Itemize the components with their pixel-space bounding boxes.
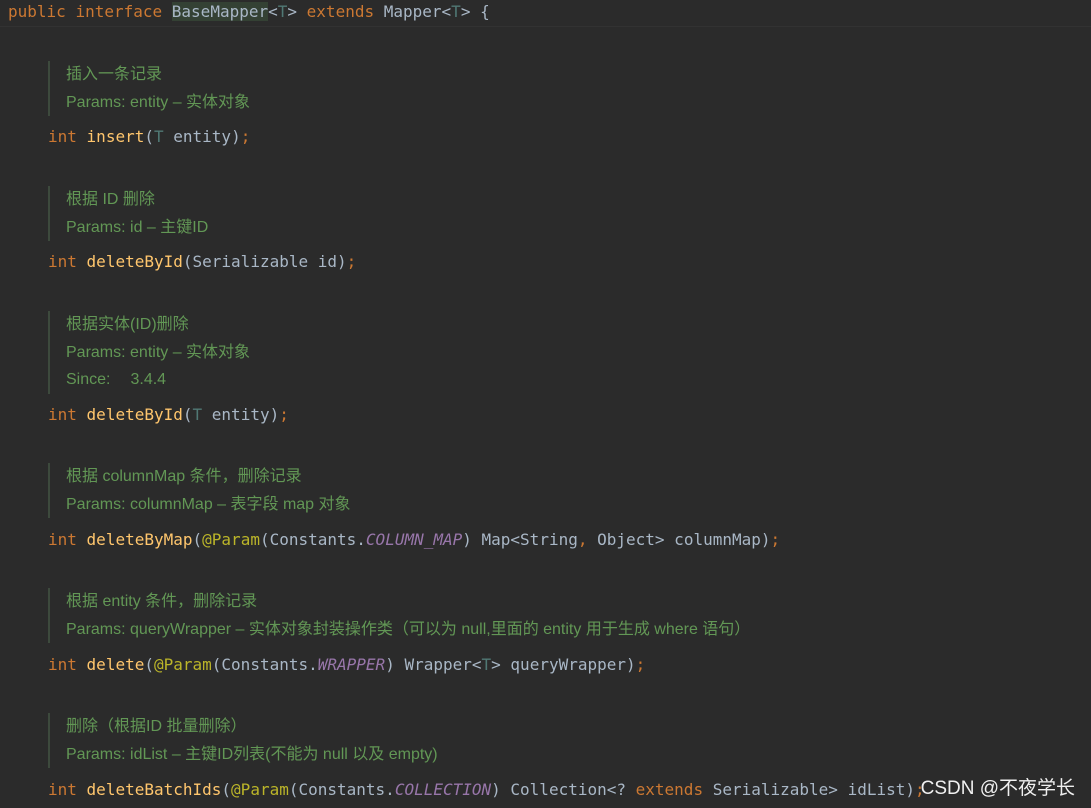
paren-close: )	[231, 127, 241, 146]
generic-close: >	[287, 2, 298, 21]
param-type: ) Collection<?	[491, 780, 636, 799]
type-parameter: T	[153, 127, 164, 146]
annotation-param: @Param	[202, 530, 260, 549]
method-delete-by-id-entity[interactable]: int deleteById(T entity);	[48, 404, 289, 426]
javadoc-block-delete-by-id: 根据 ID 删除 Params: id – 主键ID	[48, 186, 208, 241]
doc-summary: 删除（根据ID 批量删除）	[66, 718, 247, 735]
param-type: ) Wrapper<	[385, 655, 482, 674]
javadoc-block-insert: 插入一条记录 Params: entity – 实体对象	[48, 61, 250, 116]
doc-since: Since: 3.4.4	[66, 366, 250, 394]
type-parameter: T	[481, 655, 492, 674]
doc-since-version: 3.4.4	[130, 371, 167, 388]
annotation-param: @Param	[153, 655, 212, 674]
doc-params: Params: queryWrapper – 实体对象封装操作类（可以为 nul…	[66, 620, 751, 638]
open-brace: {	[470, 2, 490, 21]
method-args: entity	[202, 405, 270, 424]
annotation-args-open: (Constants.	[259, 530, 366, 549]
annotation-args-open: (Constants.	[211, 655, 318, 674]
keyword-extends: extends	[635, 780, 704, 799]
constant-field: COLUMN_MAP	[365, 530, 463, 549]
generic-close: >	[460, 2, 471, 21]
method-args: Object> columnMap)	[587, 530, 771, 549]
watermark: CSDN @不夜学长	[920, 778, 1075, 799]
method-args: entity	[163, 127, 232, 146]
paren-open: (	[192, 530, 203, 549]
method-name[interactable]: deleteById	[87, 405, 183, 424]
method-delete-batch-ids[interactable]: int deleteBatchIds(@Param(Constants.COLL…	[48, 779, 925, 801]
generic-open: <	[268, 2, 278, 21]
semicolon: ;	[635, 655, 646, 674]
semicolon: ;	[770, 530, 781, 549]
method-args: Serializable id	[192, 252, 338, 271]
doc-params: Params: entity – 实体对象	[66, 93, 251, 111]
semicolon: ;	[346, 252, 357, 271]
keyword-public: public	[8, 2, 66, 21]
doc-summary: 根据 entity 条件，删除记录	[66, 593, 258, 610]
doc-summary: 插入一条记录	[66, 66, 163, 83]
method-name[interactable]: delete	[87, 655, 145, 674]
param-type: ) Map<String	[462, 530, 578, 549]
doc-params: Params: entity – 实体对象	[66, 343, 251, 361]
return-type: int	[48, 655, 77, 674]
return-type: int	[48, 530, 77, 549]
paren-open: (	[144, 655, 154, 674]
code-editor[interactable]: public interface BaseMapper<T> extends M…	[0, 0, 1091, 808]
paren-open: (	[182, 252, 193, 271]
doc-summary: 根据 ID 删除	[66, 191, 155, 208]
javadoc-block-delete-by-map: 根据 columnMap 条件，删除记录 Params: columnMap –…	[48, 463, 351, 518]
interface-declaration[interactable]: public interface BaseMapper<T> extends M…	[8, 1, 490, 23]
javadoc-block-delete: 根据 entity 条件，删除记录 Params: queryWrapper –…	[48, 588, 750, 643]
annotation-param: @Param	[231, 780, 289, 799]
doc-params: Params: idList – 主键ID列表(不能为 null 以及 empt…	[66, 745, 438, 763]
type-parameter: T	[277, 2, 288, 21]
method-delete-by-id[interactable]: int deleteById(Serializable id);	[48, 251, 356, 273]
doc-since-label: Since:	[66, 371, 111, 388]
constant-field: COLLECTION	[394, 780, 492, 799]
type-parameter: T	[451, 2, 461, 21]
constant-field: WRAPPER	[317, 655, 386, 674]
return-type: int	[48, 127, 77, 146]
generic-open: <	[441, 2, 452, 21]
method-args: > queryWrapper)	[491, 655, 636, 674]
method-name[interactable]: insert	[87, 127, 145, 146]
method-name[interactable]: deleteBatchIds	[87, 780, 222, 799]
semicolon: ;	[279, 405, 289, 424]
keyword-interface: interface	[75, 2, 163, 21]
doc-params: Params: columnMap – 表字段 map 对象	[66, 495, 351, 513]
return-type: int	[48, 780, 77, 799]
return-type: int	[48, 252, 77, 271]
annotation-args-open: (Constants.	[288, 780, 395, 799]
parent-interface-name[interactable]: Mapper	[384, 2, 442, 21]
method-delete-by-map[interactable]: int deleteByMap(@Param(Constants.COLUMN_…	[48, 529, 780, 551]
paren-open: (	[221, 780, 232, 799]
javadoc-block-delete-by-entity: 根据实体(ID)删除 Params: entity – 实体对象 Since: 3…	[48, 311, 250, 394]
paren-open: (	[182, 405, 193, 424]
method-delete[interactable]: int delete(@Param(Constants.WRAPPER) Wra…	[48, 654, 645, 676]
semicolon: ;	[240, 127, 251, 146]
method-args: Serializable> idList)	[703, 780, 915, 799]
doc-summary: 根据 columnMap 条件，删除记录	[66, 468, 302, 485]
keyword-extends: extends	[297, 2, 384, 21]
paren-close: )	[337, 252, 347, 271]
return-type: int	[48, 405, 77, 424]
doc-summary: 根据实体(ID)删除	[66, 316, 189, 333]
javadoc-block-delete-batch-ids: 删除（根据ID 批量删除） Params: idList – 主键ID列表(不能…	[48, 713, 438, 768]
paren-close: )	[269, 405, 280, 424]
method-name[interactable]: deleteById	[87, 252, 183, 271]
method-insert[interactable]: int insert(T entity);	[48, 126, 250, 148]
interface-name[interactable]: BaseMapper	[171, 2, 269, 21]
paren-open: (	[144, 127, 154, 146]
type-parameter: T	[192, 405, 203, 424]
doc-params: Params: id – 主键ID	[66, 218, 209, 236]
method-name[interactable]: deleteByMap	[87, 530, 193, 549]
